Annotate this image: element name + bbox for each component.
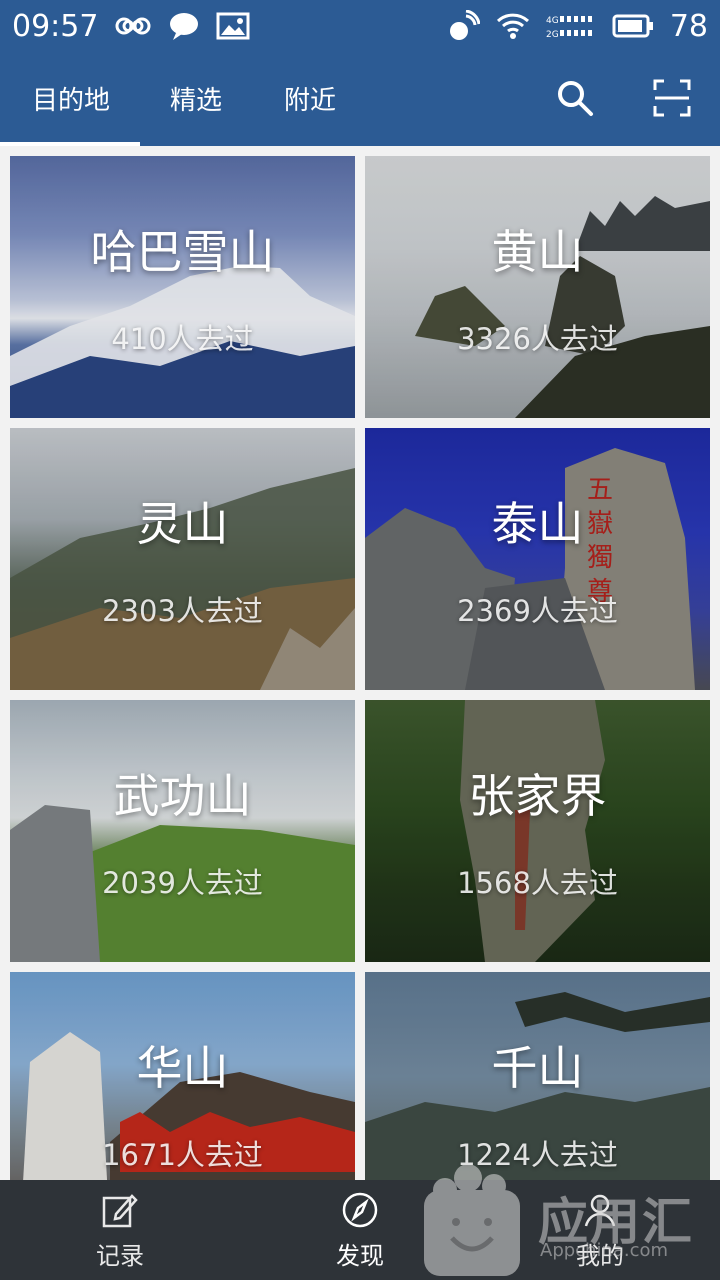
status-bar: 09:57 4G 2G 78 — [0, 0, 720, 52]
svg-text:2G: 2G — [546, 30, 559, 40]
scan-icon — [653, 79, 691, 117]
visit-count: 1568人去过 — [457, 866, 618, 900]
nav-discover[interactable]: 发现 — [300, 1190, 420, 1274]
visit-count: 2369人去过 — [457, 594, 618, 628]
destination-name: 哈巴雪山 — [90, 225, 275, 279]
bottom-nav: 记录 发现 我的 — [0, 1180, 720, 1280]
destination-card-wugongshan[interactable]: 武功山 2039人去过 — [10, 700, 355, 962]
destination-grid: 哈巴雪山 410人去过 黄山 3326人去过 灵山 2303人去过 五嶽獨尊 泰… — [0, 146, 720, 1180]
destination-card-lingshan[interactable]: 灵山 2303人去过 — [10, 428, 355, 690]
status-time: 09:57 — [12, 8, 99, 44]
infinity-icon — [114, 10, 152, 42]
destination-card-haba[interactable]: 哈巴雪山 410人去过 — [10, 156, 355, 418]
visit-count: 1224人去过 — [457, 1138, 618, 1172]
app-bar: 目的地 精选 附近 — [0, 52, 720, 146]
compass-icon — [342, 1192, 378, 1228]
destination-name: 泰山 — [491, 497, 584, 551]
battery-percent: 78 — [669, 8, 708, 44]
destination-name: 华山 — [136, 1041, 229, 1095]
destination-card-zhangjiajie[interactable]: 张家界 1568人去过 — [365, 700, 710, 962]
search-button[interactable] — [553, 76, 597, 120]
battery-icon — [612, 10, 654, 42]
destination-name: 武功山 — [113, 769, 252, 823]
search-icon — [558, 81, 593, 116]
image-icon — [216, 10, 250, 42]
visit-count: 3326人去过 — [457, 322, 618, 356]
destination-name: 千山 — [491, 1041, 584, 1095]
destination-card-qianshan[interactable]: 千山 1224人去过 — [365, 972, 710, 1180]
nav-label: 发现 — [336, 1242, 384, 1270]
destination-card-taishan[interactable]: 五嶽獨尊 泰山 2369人去过 — [365, 428, 710, 690]
tab-featured[interactable]: 精选 — [170, 80, 222, 117]
nav-label: 我的 — [576, 1242, 624, 1270]
visit-count: 410人去过 — [111, 322, 254, 356]
visit-count: 2303人去过 — [102, 594, 263, 628]
tab-destinations[interactable]: 目的地 — [32, 80, 110, 117]
nav-profile[interactable]: 我的 — [540, 1190, 660, 1274]
destination-card-huangshan[interactable]: 黄山 3326人去过 — [365, 156, 710, 418]
visit-count: 1671人去过 — [102, 1138, 263, 1172]
visit-count: 2039人去过 — [102, 866, 263, 900]
destination-name: 灵山 — [136, 497, 229, 551]
scan-button[interactable] — [650, 76, 694, 120]
tab-nearby[interactable]: 附近 — [284, 80, 336, 117]
edit-icon — [102, 1194, 138, 1228]
nav-record[interactable]: 记录 — [60, 1190, 180, 1274]
wifi-icon — [496, 10, 530, 42]
destination-card-huashan[interactable]: 华山 1671人去过 — [10, 972, 355, 1180]
nav-label: 记录 — [96, 1242, 144, 1270]
nfc-icon — [448, 10, 480, 42]
destination-name: 张家界 — [468, 769, 607, 823]
destination-name: 黄山 — [491, 225, 584, 279]
profile-icon — [584, 1194, 616, 1227]
signal-icon: 4G 2G — [546, 10, 596, 42]
message-icon — [168, 10, 200, 42]
svg-text:4G: 4G — [546, 16, 559, 26]
